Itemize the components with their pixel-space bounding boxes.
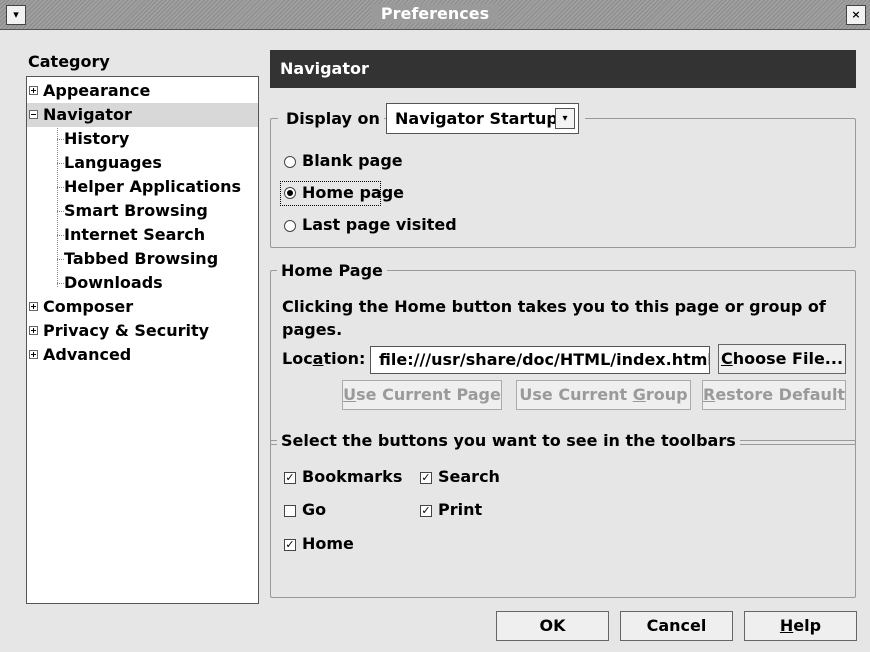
- home-page-legend: Home Page: [277, 261, 387, 280]
- category-tree[interactable]: Appearance Navigator History Languages H…: [26, 76, 259, 604]
- tree-item-history[interactable]: History: [27, 127, 258, 151]
- location-input[interactable]: file:///usr/share/doc/HTML/index.html: [370, 346, 710, 374]
- chevron-down-icon[interactable]: ▾: [555, 108, 575, 129]
- tree-item-downloads[interactable]: Downloads: [27, 271, 258, 295]
- home-checkbox[interactable]: ✓: [284, 539, 296, 551]
- choose-file-label: hoose File...: [732, 349, 844, 368]
- display-on-value: Navigator Startup: [395, 109, 558, 128]
- choose-file-button[interactable]: Choose File...: [718, 344, 846, 374]
- use-current-group-button[interactable]: Use Current Group: [516, 380, 691, 410]
- display-on-select[interactable]: Navigator Startup ▾: [386, 103, 579, 134]
- tree-item-label: Internet Search: [64, 225, 206, 244]
- tree-item-label: Downloads: [64, 273, 163, 292]
- tree-item-composer[interactable]: Composer: [27, 295, 258, 319]
- window-title-wrap: Preferences: [0, 4, 870, 23]
- go-label[interactable]: Go: [302, 500, 326, 519]
- toolbars-legend: Select the buttons you want to see in th…: [277, 431, 740, 450]
- tree-item-advanced[interactable]: Advanced: [27, 343, 258, 367]
- tree-item-label: Composer: [43, 297, 134, 316]
- restore-default-label: estore Default: [715, 385, 846, 404]
- tree-item-navigator[interactable]: Navigator: [27, 103, 258, 127]
- home-page-label[interactable]: Home page: [302, 183, 404, 202]
- tree-item-label: Navigator: [43, 105, 132, 124]
- cancel-button[interactable]: Cancel: [620, 611, 733, 641]
- choose-file-label-u: C: [720, 349, 733, 368]
- title-bar: ▾ Preferences ×: [0, 0, 870, 30]
- tree-item-privacy-security[interactable]: Privacy & Security: [27, 319, 258, 343]
- expand-icon[interactable]: [29, 326, 38, 335]
- tree-item-tabbed-browsing[interactable]: Tabbed Browsing: [27, 247, 258, 271]
- home-page-description-2: pages.: [282, 320, 343, 339]
- tree-item-label: Helper Applications: [64, 177, 242, 196]
- go-checkbox[interactable]: [284, 505, 296, 517]
- radio-last-page-visited[interactable]: [284, 220, 296, 232]
- tree-item-label: History: [64, 129, 130, 148]
- restore-default-button[interactable]: Restore Default: [702, 380, 846, 410]
- collapse-icon[interactable]: [29, 110, 38, 119]
- search-checkbox[interactable]: ✓: [420, 472, 432, 484]
- bookmarks-checkbox[interactable]: ✓: [284, 472, 296, 484]
- use-current-page-label: se Current Page: [356, 385, 501, 404]
- use-current-group-c: roup: [645, 385, 688, 404]
- search-label[interactable]: Search: [438, 467, 500, 486]
- expand-icon[interactable]: [29, 350, 38, 359]
- panel-title: Navigator: [270, 50, 856, 88]
- expand-icon[interactable]: [29, 302, 38, 311]
- home-label[interactable]: Home: [302, 534, 354, 553]
- tree-item-label: Advanced: [43, 345, 132, 364]
- last-page-visited-label[interactable]: Last page visited: [302, 215, 457, 234]
- radio-blank-page[interactable]: [284, 156, 296, 168]
- tree-item-appearance[interactable]: Appearance: [27, 79, 258, 103]
- use-current-page-button[interactable]: Use Current Page: [342, 380, 502, 410]
- location-label-c: tion:: [323, 349, 366, 368]
- bookmarks-label[interactable]: Bookmarks: [302, 467, 402, 486]
- tree-item-helper-applications[interactable]: Helper Applications: [27, 175, 258, 199]
- help-button[interactable]: Help: [744, 611, 857, 641]
- toolbars-group: [270, 440, 856, 598]
- print-checkbox[interactable]: ✓: [420, 505, 432, 517]
- location-label: Location:: [282, 349, 365, 368]
- tree-item-languages[interactable]: Languages: [27, 151, 258, 175]
- display-on-label: Display on: [286, 109, 380, 128]
- help-label-u: H: [779, 616, 794, 635]
- print-label[interactable]: Print: [438, 500, 482, 519]
- tree-item-internet-search[interactable]: Internet Search: [27, 223, 258, 247]
- category-label: Category: [28, 52, 110, 71]
- use-current-group-b: G: [632, 385, 646, 404]
- legend-backdrop: [579, 117, 585, 120]
- home-page-description: Clicking the Home button takes you to th…: [282, 297, 826, 316]
- help-label: elp: [793, 616, 822, 635]
- close-button[interactable]: ×: [846, 5, 866, 25]
- location-label-a: Loc: [282, 349, 313, 368]
- tree-item-label: Appearance: [43, 81, 151, 100]
- radio-home-page[interactable]: [284, 187, 296, 199]
- ok-button[interactable]: OK: [496, 611, 609, 641]
- use-current-page-u: U: [343, 385, 357, 404]
- tree-item-label: Smart Browsing: [64, 201, 208, 220]
- tree-item-label: Languages: [64, 153, 162, 172]
- blank-page-label[interactable]: Blank page: [302, 151, 403, 170]
- tree-item-smart-browsing[interactable]: Smart Browsing: [27, 199, 258, 223]
- expand-icon[interactable]: [29, 86, 38, 95]
- tree-item-label: Tabbed Browsing: [64, 249, 219, 268]
- tree-item-label: Privacy & Security: [43, 321, 210, 340]
- restore-default-u: R: [703, 385, 716, 404]
- location-label-b: a: [312, 349, 324, 368]
- close-icon: ×: [851, 8, 861, 21]
- use-current-group-a: Use Current: [519, 385, 633, 404]
- window-title: Preferences: [370, 4, 500, 23]
